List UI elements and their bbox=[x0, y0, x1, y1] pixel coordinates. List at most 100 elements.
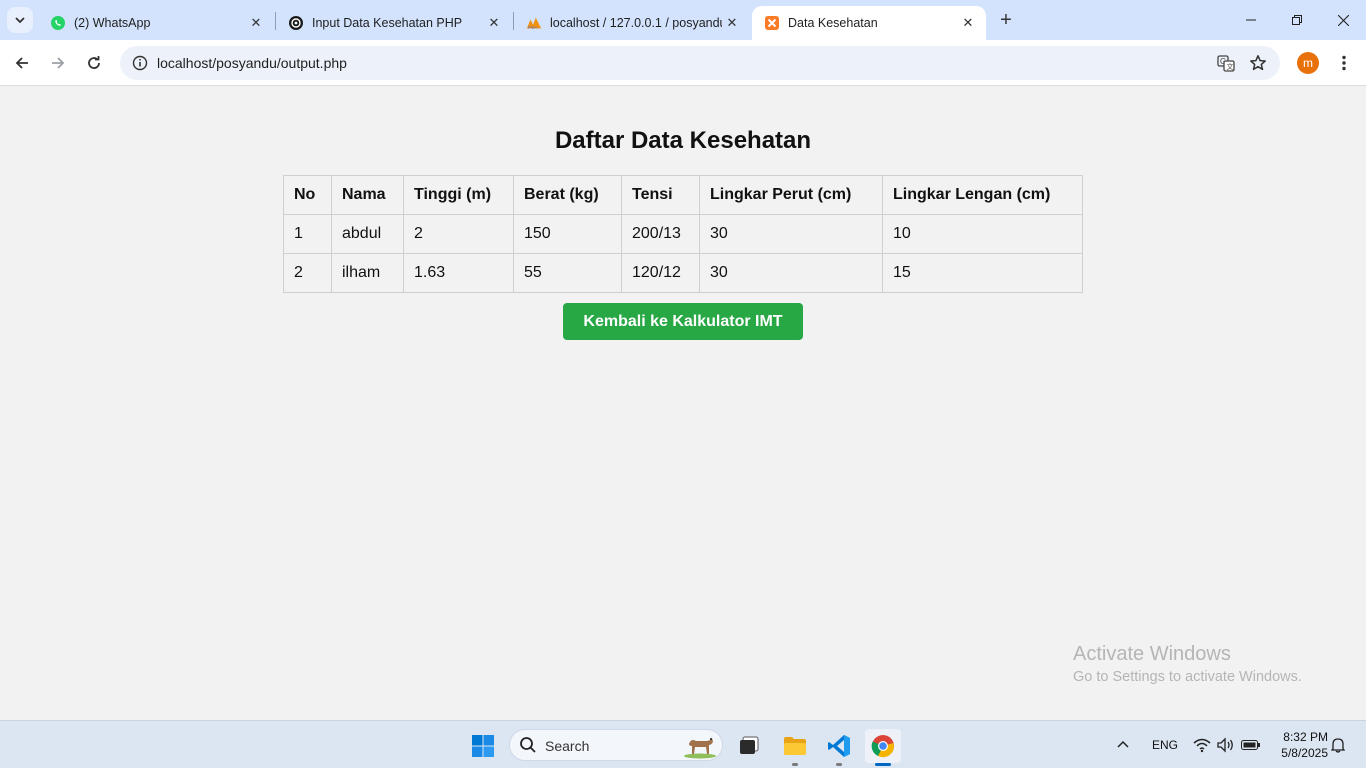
close-icon[interactable]: ✕ bbox=[958, 13, 978, 33]
chevron-up-icon bbox=[1117, 740, 1129, 748]
url-text[interactable]: localhost/posyandu/output.php bbox=[157, 55, 347, 71]
tab-input-data[interactable]: Input Data Kesehatan PHP ✕ bbox=[276, 6, 512, 40]
back-to-calculator-button[interactable]: Kembali ke Kalkulator IMT bbox=[563, 303, 803, 340]
activate-windows-watermark: Activate Windows Go to Settings to activ… bbox=[1073, 643, 1302, 685]
phpmyadmin-icon: PMA bbox=[526, 15, 542, 31]
cell-berat: 150 bbox=[513, 214, 622, 254]
close-icon bbox=[1337, 14, 1349, 26]
vscode-icon bbox=[828, 735, 850, 757]
chrome-button[interactable] bbox=[865, 729, 901, 766]
clock-time: 8:32 PM bbox=[1283, 730, 1328, 744]
xampp-icon bbox=[764, 15, 780, 31]
cell-nama: abdul bbox=[331, 214, 404, 254]
reload-icon bbox=[88, 56, 100, 69]
health-data-table: No Nama Tinggi (m) Berat (kg) Tensi Ling… bbox=[283, 175, 1083, 293]
close-icon[interactable]: ✕ bbox=[246, 13, 266, 33]
more-vertical-icon bbox=[1342, 55, 1346, 71]
minimize-icon bbox=[1246, 19, 1256, 21]
minimize-button[interactable] bbox=[1228, 0, 1274, 40]
tab-label: localhost / 127.0.0.1 / posyandu bbox=[550, 16, 722, 30]
running-indicator bbox=[836, 763, 842, 766]
vscode-button[interactable] bbox=[821, 729, 857, 766]
column-header-no: No bbox=[283, 175, 332, 215]
task-view-button[interactable] bbox=[731, 729, 767, 763]
table-row: 1 abdul 2 150 200/13 30 10 bbox=[283, 214, 1083, 254]
start-button[interactable] bbox=[465, 729, 501, 763]
chevron-down-icon bbox=[15, 17, 25, 24]
task-view-icon bbox=[740, 736, 759, 754]
tab-whatsapp[interactable]: (2) WhatsApp ✕ bbox=[38, 6, 274, 40]
column-header-tensi: Tensi bbox=[621, 175, 700, 215]
taskbar-search[interactable]: Search bbox=[509, 729, 723, 761]
close-icon[interactable]: ✕ bbox=[722, 13, 742, 33]
new-tab-button[interactable]: + bbox=[994, 8, 1018, 32]
cell-lingkar-perut: 30 bbox=[699, 253, 883, 293]
wifi-icon[interactable] bbox=[1193, 721, 1211, 768]
column-header-berat: Berat (kg) bbox=[513, 175, 622, 215]
back-button[interactable] bbox=[8, 49, 36, 77]
clock-date: 5/8/2025 bbox=[1281, 746, 1328, 760]
table-row: 2 ilham 1.63 55 120/12 30 15 bbox=[283, 253, 1083, 293]
cell-tinggi: 2 bbox=[403, 214, 514, 254]
cell-no: 2 bbox=[283, 253, 332, 293]
close-window-button[interactable] bbox=[1320, 0, 1366, 40]
cell-lingkar-lengan: 15 bbox=[882, 253, 1083, 293]
chrome-icon bbox=[871, 735, 894, 758]
cell-tinggi: 1.63 bbox=[403, 253, 514, 293]
tab-label: (2) WhatsApp bbox=[74, 16, 151, 30]
notifications-button[interactable] bbox=[1331, 721, 1345, 768]
search-label: Search bbox=[545, 738, 590, 754]
restore-button[interactable] bbox=[1274, 0, 1320, 40]
cell-no: 1 bbox=[283, 214, 332, 254]
cell-lingkar-lengan: 10 bbox=[882, 214, 1083, 254]
table-header-row: No Nama Tinggi (m) Berat (kg) Tensi Ling… bbox=[283, 175, 1083, 215]
tab-phpmyadmin[interactable]: PMA localhost / 127.0.0.1 / posyandu ✕ bbox=[514, 6, 750, 40]
browser-toolbar: localhost/posyandu/output.php G文 m bbox=[0, 40, 1366, 86]
cell-nama: ilham bbox=[331, 253, 404, 293]
tab-label: Data Kesehatan bbox=[788, 16, 878, 30]
search-icon bbox=[520, 737, 536, 753]
folder-icon bbox=[784, 737, 806, 755]
profile-avatar[interactable]: m bbox=[1297, 52, 1319, 74]
watermark-title: Activate Windows bbox=[1073, 643, 1231, 665]
svg-text:PMA: PMA bbox=[528, 25, 538, 30]
battery-icon[interactable] bbox=[1241, 721, 1261, 768]
page-title: Daftar Data Kesehatan bbox=[554, 127, 812, 154]
page-content: Daftar Data Kesehatan No Nama Tinggi (m)… bbox=[0, 87, 1366, 720]
forward-button[interactable] bbox=[44, 49, 72, 77]
volume-icon[interactable] bbox=[1216, 721, 1236, 768]
tab-data-kesehatan[interactable]: Data Kesehatan ✕ bbox=[752, 6, 986, 40]
address-bar[interactable]: localhost/posyandu/output.php G文 bbox=[120, 46, 1280, 80]
tab-strip: (2) WhatsApp ✕ Input Data Kesehatan PHP … bbox=[0, 0, 1366, 40]
column-header-lingkar-perut: Lingkar Perut (cm) bbox=[699, 175, 883, 215]
file-explorer-button[interactable] bbox=[777, 729, 813, 766]
search-highlight-image bbox=[684, 738, 716, 759]
active-indicator bbox=[875, 763, 891, 766]
translate-icon[interactable]: G文 bbox=[1214, 51, 1238, 75]
chatgpt-icon bbox=[288, 15, 304, 31]
column-header-nama: Nama bbox=[331, 175, 404, 215]
arrow-left-icon bbox=[15, 57, 28, 69]
whatsapp-icon bbox=[50, 15, 66, 31]
browser-menu-button[interactable] bbox=[1332, 49, 1356, 77]
bell-icon bbox=[1331, 738, 1345, 753]
tab-label: Input Data Kesehatan PHP bbox=[312, 16, 463, 30]
cell-berat: 55 bbox=[513, 253, 622, 293]
bookmark-star-icon[interactable] bbox=[1246, 51, 1270, 75]
watermark-subtitle: Go to Settings to activate Windows. bbox=[1073, 669, 1302, 685]
restore-icon bbox=[1292, 15, 1302, 25]
reload-button[interactable] bbox=[80, 49, 108, 77]
taskbar: Search ENG 8:32 PM 5/8/2025 bbox=[0, 720, 1366, 768]
language-indicator[interactable]: ENG bbox=[1152, 721, 1178, 768]
tab-search-button[interactable] bbox=[7, 7, 33, 33]
plus-icon: + bbox=[1000, 8, 1012, 31]
arrow-right-icon bbox=[52, 57, 65, 69]
clock[interactable]: 8:32 PM 5/8/2025 bbox=[1268, 729, 1328, 761]
show-hidden-icons-button[interactable] bbox=[1116, 721, 1130, 768]
cell-tensi: 200/13 bbox=[621, 214, 700, 254]
column-header-tinggi: Tinggi (m) bbox=[403, 175, 514, 215]
cell-lingkar-perut: 30 bbox=[699, 214, 883, 254]
site-info-icon[interactable] bbox=[128, 51, 152, 75]
column-header-lingkar-lengan: Lingkar Lengan (cm) bbox=[882, 175, 1083, 215]
close-icon[interactable]: ✕ bbox=[484, 13, 504, 33]
